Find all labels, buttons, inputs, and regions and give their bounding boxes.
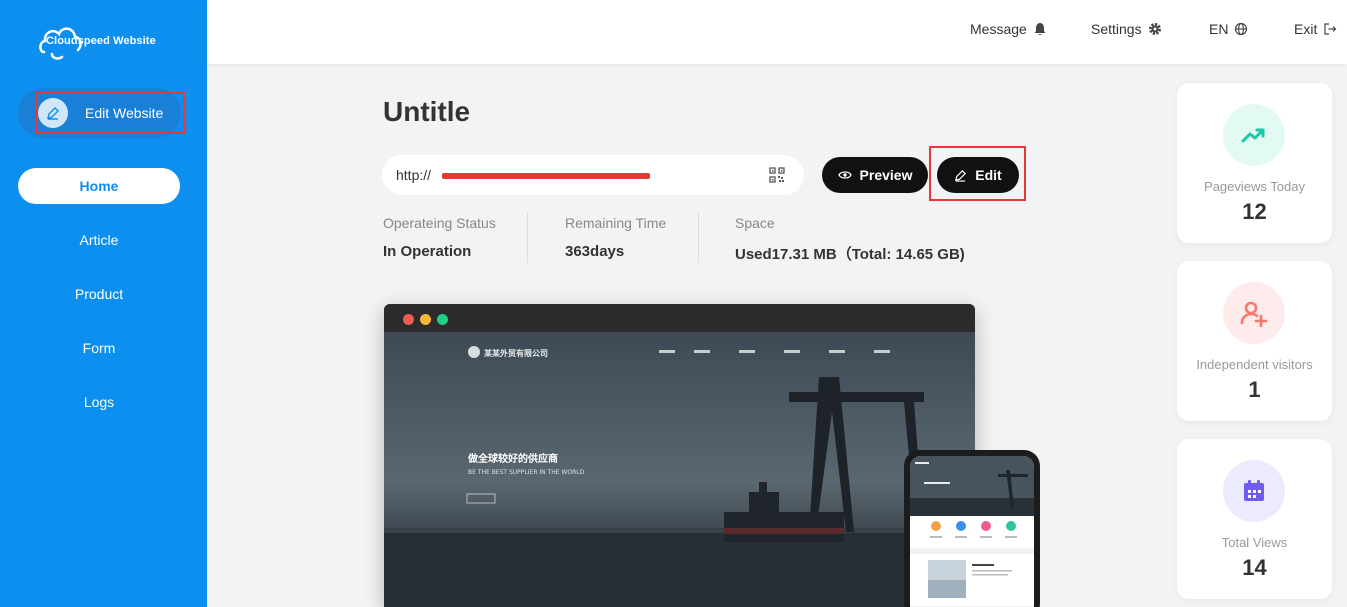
- stat-card-pageviews: Pageviews Today 12: [1177, 83, 1332, 243]
- stat-card-visitors: Independent visitors 1: [1177, 261, 1332, 421]
- brand-name-cn: 某某外贸有限公司: [483, 348, 548, 358]
- stat-label: Independent visitors: [1196, 357, 1313, 372]
- site-url-field[interactable]: http://: [382, 155, 804, 195]
- user-add-icon: [1223, 282, 1285, 344]
- settings-button[interactable]: Settings: [1091, 21, 1162, 37]
- hero-headline-en: BE THE BEST SUPPLIER IN THE WORLD: [468, 469, 585, 476]
- calendar-icon: [1223, 460, 1285, 522]
- space-label: Space: [735, 215, 775, 231]
- page-title: Untitle: [383, 96, 471, 127]
- trend-up-icon: [1223, 104, 1285, 166]
- stat-value: 12: [1242, 199, 1267, 224]
- exit-label: Exit: [1294, 21, 1318, 37]
- divider: [527, 213, 528, 263]
- stat-value: 1: [1248, 377, 1261, 402]
- sidebar-item-logs[interactable]: Logs: [18, 384, 180, 420]
- logo-text: Cloudspeed Website: [46, 35, 156, 47]
- language-button[interactable]: EN: [1209, 21, 1248, 37]
- phone-screen: [910, 456, 1034, 607]
- preview-button[interactable]: Preview: [822, 157, 928, 193]
- language-label: EN: [1209, 21, 1229, 37]
- edit-website-button[interactable]: Edit Website: [18, 88, 185, 138]
- message-label: Message: [970, 21, 1027, 37]
- sidebar-nav: Home Article Product Form Logs: [18, 168, 180, 438]
- operating-status-label: Operateing Status: [383, 215, 496, 231]
- settings-label: Settings: [1091, 21, 1142, 37]
- divider: [698, 213, 699, 263]
- website-preview-mobile[interactable]: [904, 450, 1040, 607]
- space-value: Used17.31 MB（Total: 14.65 GB): [735, 246, 965, 263]
- close-dot: [403, 314, 414, 325]
- browser-title-bar: [384, 304, 975, 332]
- sidebar-item-product[interactable]: Product: [18, 276, 180, 312]
- harbor-hero-image: 某某外贸有限公司 做全球较好的供应商 BE THE BEST SUPPLIER …: [384, 332, 975, 607]
- logout-icon: [1324, 23, 1337, 35]
- logo[interactable]: Cloudspeed Website: [38, 18, 168, 62]
- site-url-text: http://: [396, 167, 432, 183]
- remaining-time-value: 363days: [565, 243, 625, 260]
- maximize-dot: [437, 314, 448, 325]
- top-bar: Message Settings EN Exit: [207, 0, 1347, 64]
- stat-label: Pageviews Today: [1204, 179, 1305, 194]
- exit-button[interactable]: Exit: [1294, 21, 1337, 37]
- website-preview-desktop[interactable]: 某某外贸有限公司 做全球较好的供应商 BE THE BEST SUPPLIER …: [384, 304, 975, 607]
- hero-headline-cn: 做全球较好的供应商: [467, 452, 558, 465]
- minimize-dot: [420, 314, 431, 325]
- highlight-box: [929, 146, 1026, 201]
- stat-card-total-views: Total Views 14: [1177, 439, 1332, 599]
- sidebar-item-home[interactable]: Home: [18, 168, 180, 204]
- operating-status-value: In Operation: [383, 243, 472, 260]
- stat-label: Total Views: [1221, 535, 1288, 550]
- mobile-page-image: [910, 456, 1034, 607]
- eye-icon: [837, 171, 852, 179]
- remaining-time-label: Remaining Time: [565, 215, 667, 231]
- sidebar: Cloudspeed Website Edit Website Home Art…: [0, 0, 207, 607]
- message-button[interactable]: Message: [970, 21, 1047, 37]
- highlight-box: [35, 92, 185, 134]
- sidebar-item-article[interactable]: Article: [18, 222, 180, 258]
- preview-label: Preview: [859, 167, 913, 183]
- stat-value: 14: [1242, 555, 1267, 580]
- redaction-bar: [442, 173, 650, 179]
- globe-icon: [1235, 22, 1248, 36]
- sidebar-item-form[interactable]: Form: [18, 330, 180, 366]
- gear-icon: [1148, 23, 1161, 35]
- qr-code-icon[interactable]: [769, 167, 785, 183]
- bell-icon: [1034, 23, 1046, 36]
